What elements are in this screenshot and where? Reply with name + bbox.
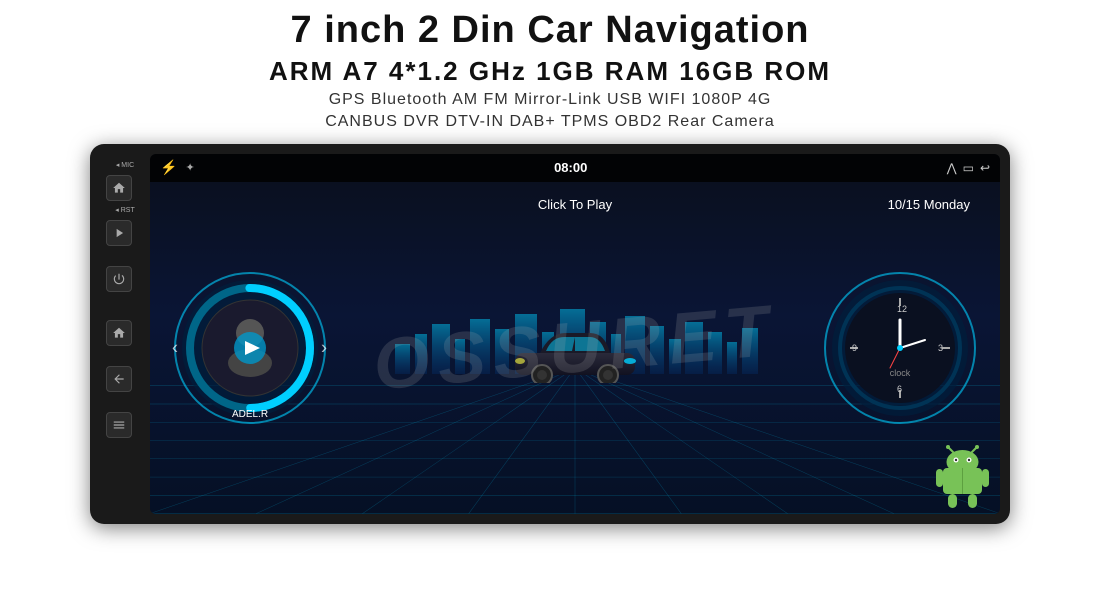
car-svg [510,323,640,383]
clock-circle: 12 3 6 9 [820,268,980,428]
bluetooth-icon: ⚡ [160,159,177,176]
device-bezel: ◂ MIC ◂ RST [90,144,1010,524]
menu-button[interactable] [106,412,132,438]
top-section: 7 inch 2 Din Car Navigation ARM A7 4*1.2… [0,0,1100,139]
nav-arrows: ‹ › [172,337,327,358]
mic-label: ◂ MIC [116,162,134,169]
prev-arrow[interactable]: ‹ [172,337,178,358]
back-button[interactable] [106,366,132,392]
back-icon: ↩ [980,161,990,175]
features-line1: GPS Bluetooth AM FM Mirror-Link USB WIFI… [20,91,1080,109]
date-display: 10/15 Monday [888,197,970,212]
page-title: 7 inch 2 Din Car Navigation [20,10,1080,52]
nav-home-button[interactable] [106,320,132,346]
mic-group: ◂ MIC [106,162,144,169]
expand-icon: ⋀ [947,161,957,175]
artist-name: ADEL.R [232,409,268,420]
svg-text:3: 3 [938,343,943,353]
car-container [510,323,640,388]
screen-content: Click To Play 10/15 Monday [150,182,1000,514]
topbar-left: ⚡ ✦ [160,159,195,176]
window-icon: ▭ [963,161,974,175]
svg-text:clock: clock [890,368,911,378]
left-panel: ◂ MIC ◂ RST [100,154,150,514]
screen-topbar: ⚡ ✦ 08:00 ⋀ ▭ ↩ [150,154,1000,182]
page-wrapper: 7 inch 2 Din Car Navigation ARM A7 4*1.2… [0,0,1100,524]
screen: ⚡ ✦ 08:00 ⋀ ▭ ↩ [150,154,1000,514]
power-button[interactable] [106,266,132,292]
rst-label: ◂ RST [115,207,134,214]
next-arrow[interactable]: › [321,337,327,358]
svg-text:9: 9 [852,343,857,353]
play-button[interactable] [106,220,132,246]
svg-text:6: 6 [897,384,902,394]
signal-icon: ✦ [185,161,194,174]
android-robot [935,444,990,509]
specs-line: ARM A7 4*1.2 GHz 1GB RAM 16GB ROM [20,56,1080,87]
topbar-right: ⋀ ▭ ↩ [947,161,990,175]
device-container: ◂ MIC ◂ RST [90,144,1010,524]
svg-text:12: 12 [897,304,907,314]
home-button[interactable] [106,175,132,201]
topbar-time: 08:00 [554,160,587,175]
features-line2: CANBUS DVR DTV-IN DAB+ TPMS OBD2 Rear Ca… [20,113,1080,131]
click-to-play-label: Click To Play [538,197,612,212]
rst-group: ◂ RST [106,207,144,214]
